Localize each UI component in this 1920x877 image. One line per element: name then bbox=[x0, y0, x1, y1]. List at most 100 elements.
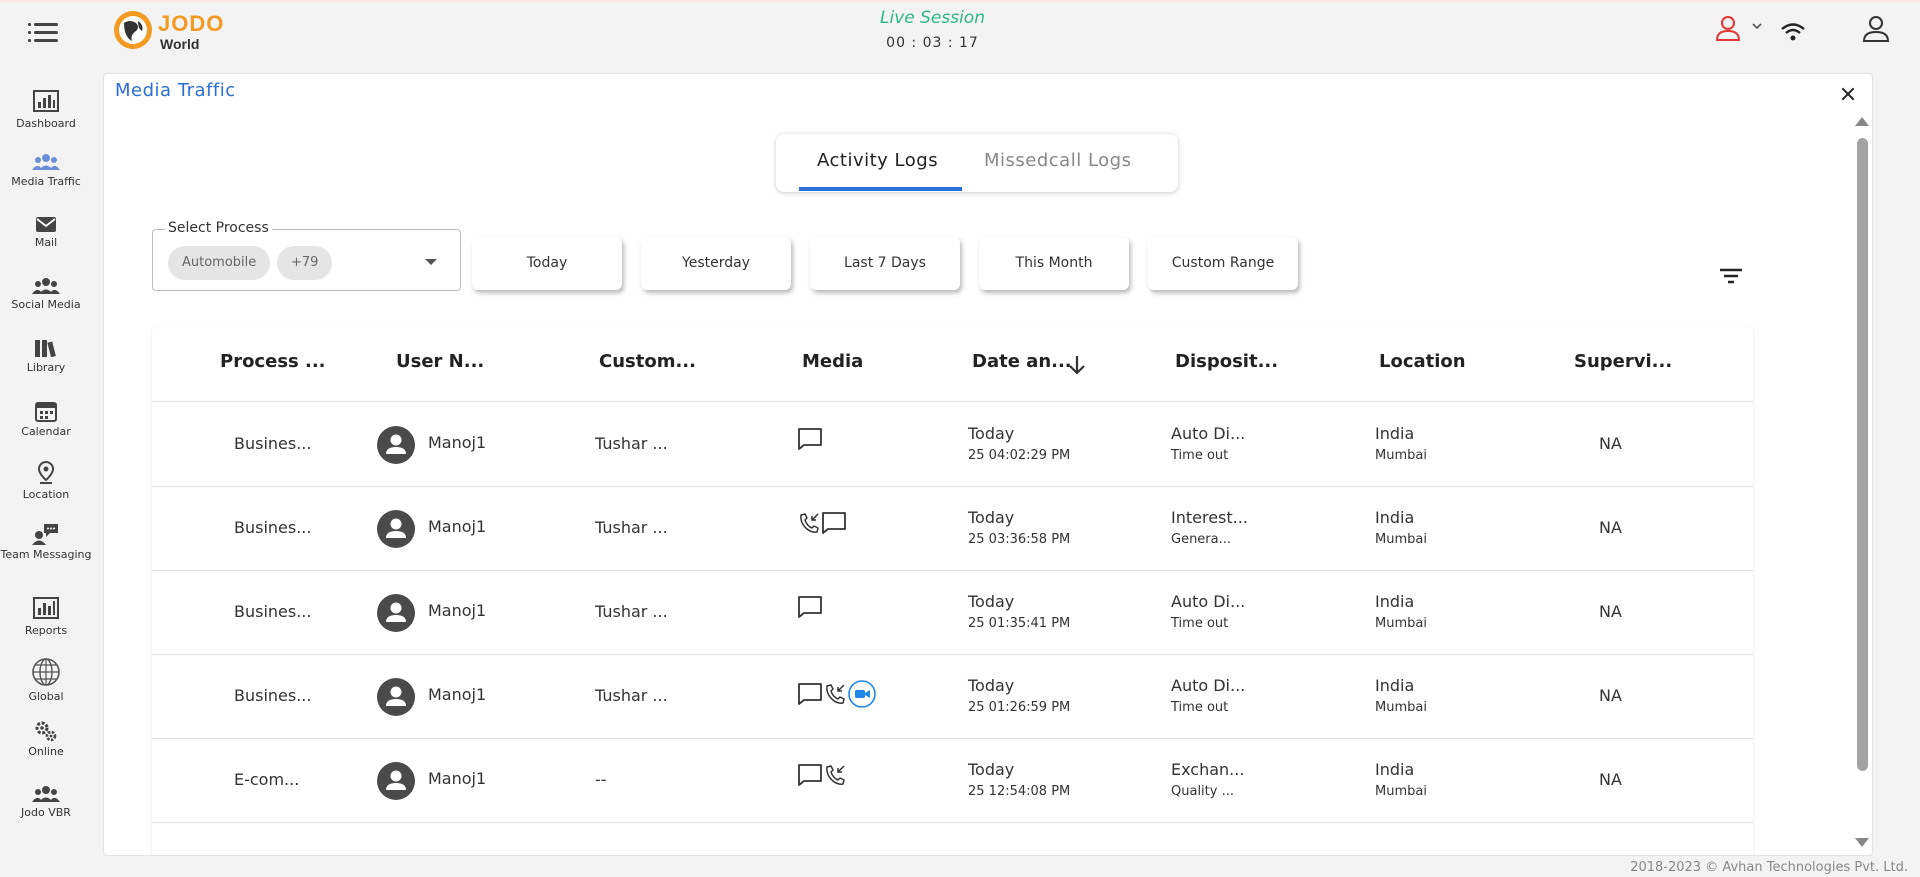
disposition-sub-cell: Genera... bbox=[1171, 532, 1232, 547]
globe-icon bbox=[32, 658, 60, 686]
sidebar-item-online[interactable]: Online bbox=[0, 720, 92, 778]
session-timer: 00 : 03 : 17 bbox=[886, 35, 979, 51]
globe-logo-icon bbox=[114, 11, 152, 49]
user-name-cell: Manoj1 bbox=[428, 601, 487, 620]
location-cell: India bbox=[1375, 424, 1415, 443]
table-row[interactable]: Busines... Manoj1 Tushar ... Today 25 03:36:… bbox=[152, 487, 1753, 571]
scroll-up-arrow[interactable] bbox=[1855, 117, 1869, 126]
customer-cell: Tushar ... bbox=[595, 602, 668, 621]
disposition-sub-cell: Time out bbox=[1171, 700, 1229, 715]
agent-status-dropdown[interactable] bbox=[1716, 15, 1764, 43]
table-row[interactable]: E-com... Manoj1 -- Today 25 12:54:08 PM Excha… bbox=[152, 739, 1753, 823]
media-icons bbox=[797, 679, 877, 711]
disposition-cell: Exchan... bbox=[1171, 760, 1245, 779]
time-cell: 25 01:26:59 PM bbox=[968, 700, 1071, 715]
date-cell: Today bbox=[968, 760, 1015, 779]
supervisor-cell: NA bbox=[1599, 686, 1622, 705]
disposition-sub-cell: Time out bbox=[1171, 448, 1229, 463]
customer-cell: -- bbox=[595, 770, 607, 789]
media-traffic-panel: Media Traffic Activity Logs Missedcall L… bbox=[103, 73, 1873, 856]
tab-activity-logs[interactable]: Activity Logs bbox=[817, 150, 938, 171]
user-avatar-icon bbox=[386, 602, 406, 622]
supervisor-cell: NA bbox=[1599, 770, 1622, 789]
scroll-down-arrow[interactable] bbox=[1855, 838, 1869, 847]
close-panel-button[interactable] bbox=[1838, 84, 1858, 104]
process-cell: Busines... bbox=[234, 686, 312, 705]
group-icon bbox=[32, 786, 60, 802]
profile-icon[interactable] bbox=[1862, 15, 1890, 43]
activity-logs-table: Process ... User N... Custom... Media Da… bbox=[152, 326, 1753, 855]
range-last-7-days-button[interactable]: Last 7 Days bbox=[810, 237, 960, 290]
time-cell: 25 12:54:08 PM bbox=[968, 784, 1071, 799]
tab-missedcall-logs[interactable]: Missedcall Logs bbox=[984, 150, 1131, 171]
chat-icon[interactable] bbox=[797, 763, 823, 787]
chat-icon[interactable] bbox=[821, 511, 847, 535]
column-process[interactable]: Process ... bbox=[220, 351, 326, 372]
sidebar-item-mail[interactable]: Mail bbox=[0, 215, 92, 273]
sidebar-item-library[interactable]: Library bbox=[0, 338, 92, 396]
location-sub-cell: Mumbai bbox=[1375, 700, 1427, 715]
active-tab-indicator bbox=[799, 187, 962, 191]
sidebar-item-jodo-vbr[interactable]: Jodo VBR bbox=[0, 785, 92, 843]
table-row[interactable]: Busines... Manoj1 Tushar ... Today 25 04:02:… bbox=[152, 403, 1753, 487]
reports-icon bbox=[33, 597, 59, 619]
range-this-month-button[interactable]: This Month bbox=[979, 237, 1129, 290]
dashboard-icon bbox=[33, 90, 59, 112]
chat-icon[interactable] bbox=[797, 595, 823, 619]
select-process-dropdown[interactable]: Select Process Automobile +79 bbox=[152, 220, 461, 291]
chat-icon[interactable] bbox=[797, 427, 823, 451]
range-today-button[interactable]: Today bbox=[472, 237, 622, 290]
avatar bbox=[377, 678, 415, 716]
column-date-and-time[interactable]: Date an... bbox=[972, 351, 1072, 372]
scrollbar-thumb[interactable] bbox=[1857, 138, 1868, 771]
sidebar-item-global[interactable]: Global bbox=[0, 657, 92, 715]
incoming-call-icon[interactable] bbox=[797, 511, 821, 535]
sidebar-item-label: Dashboard bbox=[16, 117, 76, 130]
table-row[interactable]: Busines... Manoj1 Tushar ... Today 25 01:26:… bbox=[152, 655, 1753, 739]
column-customer[interactable]: Custom... bbox=[599, 351, 696, 372]
supervisor-cell: NA bbox=[1599, 602, 1622, 621]
sidebar-item-social-media[interactable]: Social Media bbox=[0, 277, 92, 335]
sidebar-item-label: Jodo VBR bbox=[21, 806, 71, 819]
incoming-call-icon[interactable] bbox=[823, 763, 847, 787]
sidebar-item-label: Online bbox=[28, 745, 64, 758]
sidebar-item-dashboard[interactable]: Dashboard bbox=[0, 90, 92, 148]
logo-subtitle: World bbox=[160, 36, 200, 52]
date-cell: Today bbox=[968, 424, 1015, 443]
live-session: Live Session 00 : 03 : 17 bbox=[830, 8, 1035, 51]
column-disposition[interactable]: Disposit... bbox=[1175, 351, 1278, 372]
wifi-icon bbox=[1781, 23, 1805, 41]
column-media[interactable]: Media bbox=[802, 351, 863, 372]
supervisor-cell: NA bbox=[1599, 518, 1622, 537]
table-row[interactable]: Busines... Manoj1 Tushar ... Today 25 01:35:… bbox=[152, 571, 1753, 655]
column-location[interactable]: Location bbox=[1379, 351, 1466, 372]
video-call-icon[interactable] bbox=[847, 679, 877, 709]
sidebar-item-media-traffic[interactable]: Media Traffic bbox=[0, 152, 92, 210]
chat-icon[interactable] bbox=[797, 682, 823, 706]
process-more-chip[interactable]: +79 bbox=[277, 246, 333, 280]
range-yesterday-button[interactable]: Yesterday bbox=[641, 237, 791, 290]
location-sub-cell: Mumbai bbox=[1375, 784, 1427, 799]
user-avatar-icon bbox=[386, 770, 406, 790]
customer-cell: Tushar ... bbox=[595, 434, 668, 453]
logo-title: JODO bbox=[158, 11, 225, 36]
location-cell: India bbox=[1375, 508, 1415, 527]
process-cell: Busines... bbox=[234, 602, 312, 621]
sidebar-item-reports[interactable]: Reports bbox=[0, 597, 92, 655]
menu-toggle-button[interactable] bbox=[26, 17, 60, 47]
process-chip[interactable]: Automobile bbox=[168, 246, 271, 280]
sidebar-item-label: Mail bbox=[34, 236, 58, 249]
people-icon bbox=[32, 278, 60, 294]
sidebar-item-location[interactable]: Location bbox=[0, 461, 92, 519]
chevron-down-icon[interactable] bbox=[425, 259, 437, 265]
process-cell: E-com... bbox=[234, 770, 300, 789]
sort-arrow-down-icon[interactable] bbox=[1067, 354, 1087, 376]
sidebar-item-team-messaging[interactable]: Team Messaging bbox=[0, 523, 92, 581]
incoming-call-icon[interactable] bbox=[823, 682, 847, 706]
sidebar-item-calendar[interactable]: Calendar bbox=[0, 400, 92, 458]
filter-icon[interactable] bbox=[1718, 265, 1744, 287]
location-sub-cell: Mumbai bbox=[1375, 616, 1427, 631]
range-custom-button[interactable]: Custom Range bbox=[1148, 237, 1298, 290]
column-user-name[interactable]: User N... bbox=[396, 351, 484, 372]
column-supervisor[interactable]: Supervi... bbox=[1574, 351, 1672, 372]
